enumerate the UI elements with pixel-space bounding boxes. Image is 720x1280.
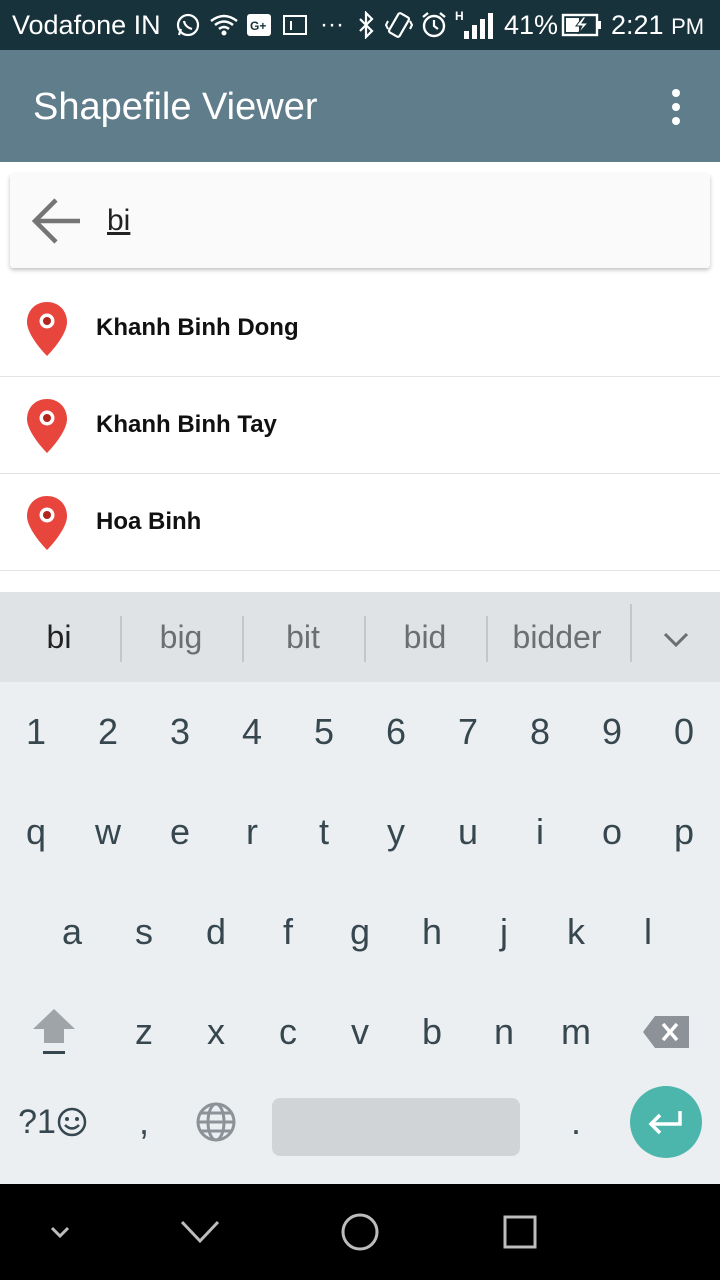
key-6[interactable]: 6	[360, 682, 432, 782]
period-key[interactable]: .	[540, 1072, 612, 1172]
key-0[interactable]: 0	[648, 682, 720, 782]
backspace-icon[interactable]	[630, 982, 702, 1082]
key-1[interactable]: 1	[0, 682, 72, 782]
map-pin-icon	[24, 397, 70, 455]
more-dots-icon: ···	[320, 11, 344, 38]
hide-keyboard-icon[interactable]	[40, 1184, 80, 1280]
key-s[interactable]: s	[108, 882, 180, 982]
notification-icon	[281, 10, 309, 40]
key-2[interactable]: 2	[72, 682, 144, 782]
letter-row-2: a s d f g h j k l	[0, 882, 720, 982]
key-j[interactable]: j	[468, 882, 540, 982]
result-label: Hoa Binh	[96, 508, 202, 535]
vibrate-icon	[384, 10, 414, 40]
key-x[interactable]: x	[180, 982, 252, 1082]
result-label: Khanh Binh Tay	[96, 411, 277, 438]
key-9[interactable]: 9	[576, 682, 648, 782]
key-l[interactable]: l	[612, 882, 684, 982]
shift-key-icon[interactable]	[18, 982, 90, 1082]
list-item[interactable]: Khanh Binh Tay	[0, 377, 720, 474]
key-t[interactable]: t	[288, 782, 360, 882]
emoji-icon	[57, 1107, 87, 1137]
number-row: 1 2 3 4 5 6 7 8 9 0	[0, 682, 720, 782]
key-u[interactable]: u	[432, 782, 504, 882]
letter-row-3: z x c v b n m	[0, 982, 720, 1082]
expand-suggestions-icon[interactable]	[650, 614, 702, 660]
comma-key[interactable]: ,	[108, 1072, 180, 1172]
symbols-label: ?1	[18, 1102, 56, 1141]
back-icon[interactable]	[170, 1184, 230, 1280]
key-b[interactable]: b	[396, 982, 468, 1082]
key-h[interactable]: h	[396, 882, 468, 982]
key-4[interactable]: 4	[216, 682, 288, 782]
key-7[interactable]: 7	[432, 682, 504, 782]
symbols-key[interactable]: ?1	[10, 1072, 96, 1172]
key-g[interactable]: g	[324, 882, 396, 982]
letter-row-1: q w e r t y u i o p	[0, 782, 720, 882]
suggestion-item[interactable]: bi	[18, 614, 100, 660]
enter-key-icon[interactable]	[630, 1086, 702, 1158]
key-c[interactable]: c	[252, 982, 324, 1082]
battery-charging-icon	[561, 10, 603, 40]
clock: 2:21 PM	[611, 10, 705, 40]
search-card	[10, 174, 710, 268]
suggestion-item[interactable]: big	[136, 614, 226, 660]
wifi-icon	[208, 10, 240, 40]
bottom-row: ?1 , .	[0, 1082, 720, 1182]
key-n[interactable]: n	[468, 982, 540, 1082]
key-f[interactable]: f	[252, 882, 324, 982]
signal-icon: H	[454, 9, 494, 40]
key-m[interactable]: m	[540, 982, 612, 1082]
key-v[interactable]: v	[324, 982, 396, 1082]
list-item[interactable]: Khanh Binh Dong	[0, 280, 720, 377]
key-w[interactable]: w	[72, 782, 144, 882]
overflow-menu-icon[interactable]	[656, 82, 696, 132]
svg-text:H: H	[455, 9, 464, 23]
suggestion-bar: bi big bit bid bidder	[0, 592, 720, 682]
app-title: Shapefile Viewer	[33, 86, 318, 128]
battery-percentage: 41%	[504, 10, 559, 40]
whatsapp-icon	[173, 10, 203, 40]
back-arrow-icon[interactable]	[30, 196, 86, 246]
key-a[interactable]: a	[36, 882, 108, 982]
key-8[interactable]: 8	[504, 682, 576, 782]
result-label: Khanh Binh Dong	[96, 314, 299, 341]
key-e[interactable]: e	[144, 782, 216, 882]
key-d[interactable]: d	[180, 882, 252, 982]
carrier-name: Vodafone IN	[12, 10, 161, 40]
key-y[interactable]: y	[360, 782, 432, 882]
map-pin-icon	[24, 300, 70, 358]
home-icon[interactable]	[330, 1184, 390, 1280]
key-o[interactable]: o	[576, 782, 648, 882]
suggestion-item[interactable]: bit	[258, 614, 348, 660]
list-item[interactable]: Hoa Binh	[0, 474, 720, 571]
app-bar: Shapefile Viewer	[0, 50, 720, 162]
globe-icon[interactable]	[180, 1072, 252, 1172]
key-3[interactable]: 3	[144, 682, 216, 782]
space-bar[interactable]	[272, 1098, 520, 1156]
bluetooth-icon	[354, 10, 378, 40]
svg-text:G+: G+	[250, 19, 266, 33]
suggestion-item[interactable]: bid	[380, 614, 470, 660]
key-5[interactable]: 5	[288, 682, 360, 782]
key-p[interactable]: p	[648, 782, 720, 882]
alarm-icon	[419, 10, 449, 40]
key-k[interactable]: k	[540, 882, 612, 982]
key-r[interactable]: r	[216, 782, 288, 882]
navigation-bar	[0, 1184, 720, 1280]
map-pin-icon	[24, 494, 70, 552]
google-plus-icon: G+	[245, 10, 273, 40]
status-bar: Vodafone IN G+ ··· H 41% 2:21 PM	[0, 0, 720, 50]
soft-keyboard: bi big bit bid bidder 1 2 3 4 5 6 7 8 9 …	[0, 592, 720, 1184]
recents-icon[interactable]	[490, 1184, 550, 1280]
key-i[interactable]: i	[504, 782, 576, 882]
suggestion-item[interactable]: bidder	[500, 614, 614, 660]
key-q[interactable]: q	[0, 782, 72, 882]
key-z[interactable]: z	[108, 982, 180, 1082]
search-input[interactable]	[97, 200, 657, 242]
